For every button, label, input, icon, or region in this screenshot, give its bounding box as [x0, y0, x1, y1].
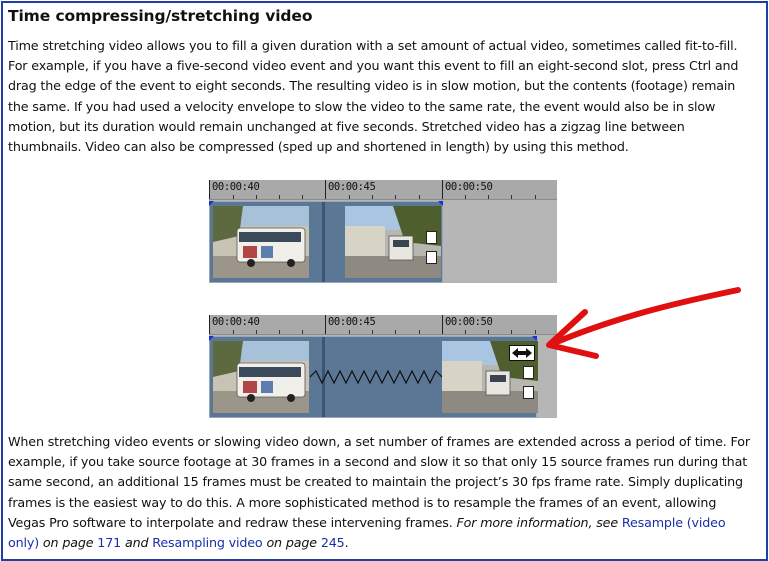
link-page-171[interactable]: 171 [97, 535, 121, 550]
link-resampling-video[interactable]: Resampling video [152, 535, 262, 550]
intro-paragraph: Time stretching video allows you to fill… [8, 38, 739, 155]
timeline-stretched: 00:00:40 00:00:45 00:00:50 [209, 315, 557, 418]
time-ruler: 00:00:40 00:00:45 00:00:50 [209, 315, 557, 335]
ruler-tick [209, 315, 210, 334]
ruler-tick [209, 180, 210, 199]
timeline-original: 00:00:40 00:00:45 00:00:50 [209, 180, 557, 283]
ruler-label: 00:00:45 [328, 316, 376, 328]
time-ruler: 00:00:40 00:00:45 00:00:50 [209, 180, 557, 200]
ruler-tick [325, 180, 326, 199]
ruler-tick [325, 315, 326, 334]
cross-ref-and: and [121, 535, 153, 551]
ruler-label: 00:00:40 [212, 316, 260, 328]
detail-end: . [344, 535, 349, 551]
event-handle[interactable] [426, 231, 437, 244]
thumbnail-bus [213, 341, 309, 413]
cross-ref-page-text: on page [39, 535, 98, 551]
ruler-label: 00:00:50 [445, 181, 493, 193]
cross-ref-intro: For more information, see [456, 514, 622, 530]
ruler-tick [442, 180, 443, 199]
thumbnail-bus [213, 206, 309, 278]
cross-ref-page-text: on page [262, 535, 321, 551]
event-handle[interactable] [523, 366, 534, 379]
ruler-tick [442, 315, 443, 334]
ruler-label: 00:00:40 [212, 181, 260, 193]
link-page-245[interactable]: 245 [321, 535, 345, 550]
video-event-stretched[interactable] [209, 336, 538, 418]
section-title: Time compressing/stretching video [8, 7, 313, 25]
detail-paragraph: When stretching video events or slowing … [8, 432, 757, 553]
ruler-label: 00:00:45 [328, 181, 376, 193]
event-divider [322, 202, 325, 282]
zigzag-line [310, 369, 442, 385]
ruler-label: 00:00:50 [445, 316, 493, 328]
video-event[interactable] [209, 201, 443, 283]
event-handle[interactable] [426, 251, 437, 264]
event-handle[interactable] [523, 386, 534, 399]
stretch-cursor-icon [509, 345, 535, 361]
